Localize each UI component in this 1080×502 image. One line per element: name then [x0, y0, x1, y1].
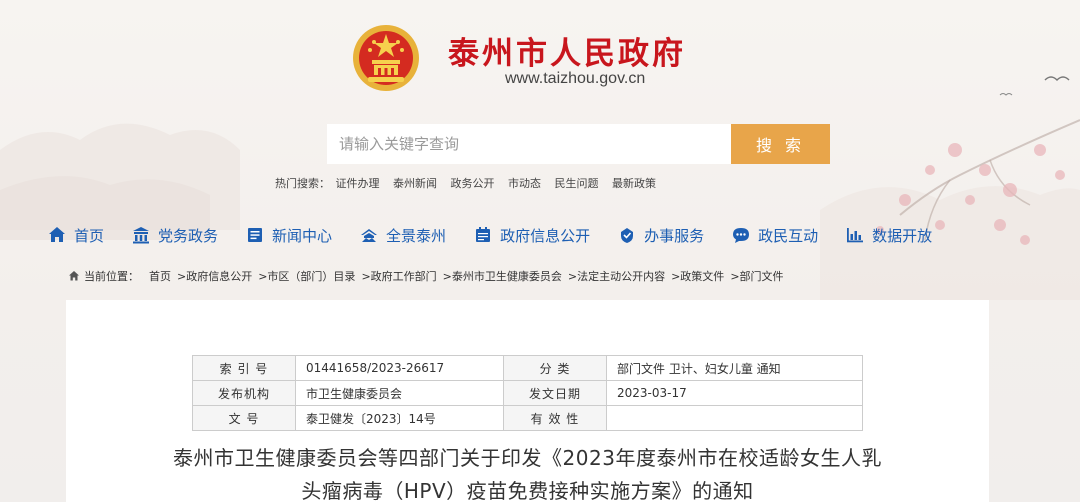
meta-key: 索 引 号 [192, 355, 296, 381]
site-url: www.taizhou.gov.cn [505, 70, 646, 87]
nav-item-interaction[interactable]: 政民互动 [732, 225, 818, 246]
meta-key: 文 号 [192, 405, 296, 431]
nav-label: 党务政务 [158, 226, 219, 245]
national-emblem-logo[interactable] [350, 22, 422, 94]
hot-search-link[interactable]: 泰州新闻 [393, 177, 437, 190]
breadcrumb-label: 当前位置： [84, 270, 139, 283]
document-meta-table: 索 引 号 01441658/2023-26617 分 类 部门文件 卫计、妇女… [192, 355, 863, 431]
hot-search-link[interactable]: 民生问题 [555, 177, 599, 190]
newspaper-icon [248, 228, 263, 242]
breadcrumb-link[interactable]: >法定主动公开内容 [568, 268, 665, 284]
breadcrumb-link[interactable]: >政府信息公开 [177, 268, 252, 284]
meta-value: 2023-03-17 [606, 380, 863, 406]
breadcrumb-link[interactable]: >市区（部门）目录 [258, 268, 355, 284]
nav-label: 政民互动 [758, 226, 819, 245]
nav-label: 首页 [74, 226, 105, 245]
hot-search-link[interactable]: 政务公开 [451, 177, 495, 190]
meta-key: 发文日期 [503, 380, 607, 406]
meta-key: 发布机构 [192, 380, 296, 406]
hot-search-bar: 热门搜索： 证件办理 泰州新闻 政务公开 市动态 民生问题 最新政策 [275, 175, 666, 191]
hot-search-link[interactable]: 最新政策 [612, 177, 656, 190]
nav-label: 办事服务 [644, 226, 705, 245]
service-icon [621, 228, 634, 243]
nav-label: 数据开放 [872, 226, 933, 245]
nav-label: 新闻中心 [272, 226, 333, 245]
meta-key: 分 类 [503, 355, 607, 381]
main-nav: 首页 党务政务 新闻中心 全景泰州 政府信息公开 办事服务 政民互动 数据开放 [48, 222, 932, 248]
nav-item-news[interactable]: 新闻中心 [246, 225, 332, 246]
calendar-icon [476, 227, 491, 242]
breadcrumb-link[interactable]: >政策文件 [671, 268, 724, 284]
nav-item-party-affairs[interactable]: 党务政务 [132, 225, 218, 246]
meta-value: 01441658/2023-26617 [295, 355, 504, 381]
meta-value [606, 405, 863, 431]
content-panel: 索 引 号 01441658/2023-26617 分 类 部门文件 卫计、妇女… [66, 300, 989, 502]
meta-key: 有 效 性 [503, 405, 607, 431]
document-title-line: 泰州市卫生健康委员会等四部门关于印发《2023年度泰州市在校适龄女生人乳 [173, 446, 882, 470]
search-input[interactable] [327, 124, 731, 164]
home-icon [69, 271, 79, 281]
nav-item-home[interactable]: 首页 [48, 225, 104, 246]
table-row: 文 号 泰卫健发〔2023〕14号 有 效 性 [192, 405, 863, 431]
meta-value: 市卫生健康委员会 [295, 380, 504, 406]
breadcrumb-link[interactable]: >政府工作部门 [361, 268, 436, 284]
breadcrumb-link[interactable]: >部门文件 [730, 268, 783, 284]
nav-item-gov-info[interactable]: 政府信息公开 [474, 225, 590, 246]
document-title-line: 头瘤病毒（HPV）疫苗免费接种实施方案》的通知 [301, 479, 754, 502]
hot-search-label: 热门搜索： [275, 177, 330, 190]
table-row: 发布机构 市卫生健康委员会 发文日期 2023-03-17 [192, 380, 863, 406]
meta-value: 部门文件 卫计、妇女儿童 通知 [606, 355, 863, 381]
breadcrumb: 当前位置： 首页 >政府信息公开 >市区（部门）目录 >政府工作部门 >泰州市卫… [68, 268, 784, 284]
search-button[interactable]: 搜 索 [731, 124, 830, 164]
breadcrumb-link[interactable]: >泰州市卫生健康委员会 [443, 268, 562, 284]
nav-label: 全景泰州 [386, 226, 447, 245]
nav-item-services[interactable]: 办事服务 [618, 225, 704, 246]
building-icon [133, 227, 150, 244]
nav-item-panorama[interactable]: 全景泰州 [360, 225, 446, 246]
landscape-icon [361, 229, 378, 242]
chat-icon [733, 228, 750, 243]
home-icon [49, 227, 65, 242]
site-title[interactable]: 泰州市人民政府 [448, 28, 686, 73]
table-row: 索 引 号 01441658/2023-26617 分 类 部门文件 卫计、妇女… [192, 355, 863, 381]
meta-value: 泰卫健发〔2023〕14号 [295, 405, 504, 431]
nav-item-open-data[interactable]: 数据开放 [846, 225, 932, 246]
hot-search-link[interactable]: 证件办理 [336, 177, 380, 190]
nav-label: 政府信息公开 [500, 226, 591, 245]
hot-search-link[interactable]: 市动态 [508, 177, 541, 190]
bar-chart-icon [847, 228, 864, 243]
breadcrumb-link[interactable]: 首页 [149, 268, 171, 284]
document-title: 泰州市卫生健康委员会等四部门关于印发《2023年度泰州市在校适龄女生人乳 头瘤病… [106, 442, 949, 502]
